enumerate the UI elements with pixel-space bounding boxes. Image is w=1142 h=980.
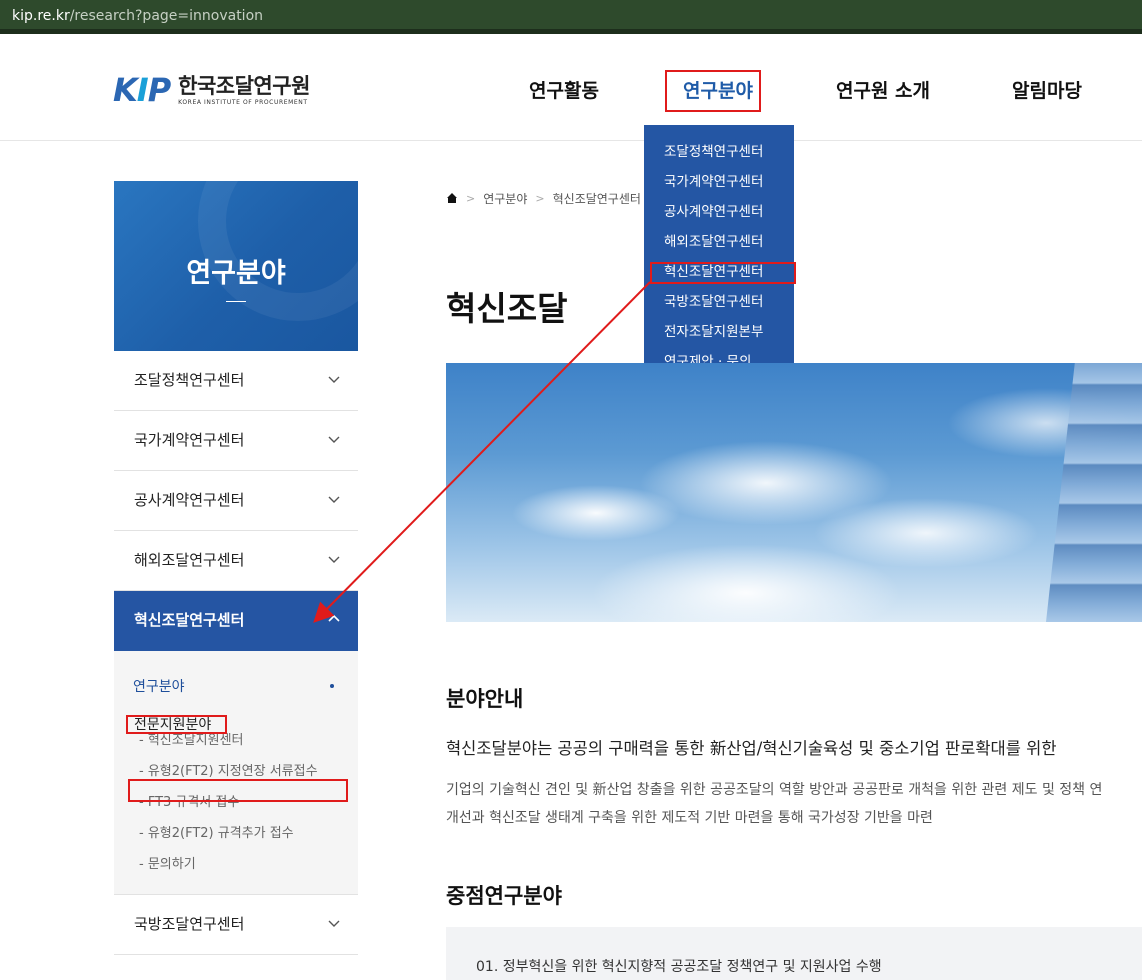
- highlight-box-ft2-link: [128, 779, 348, 802]
- chevron-down-icon: [328, 556, 340, 563]
- dropdown-item-defense[interactable]: 국방조달연구센터: [644, 289, 794, 319]
- home-icon[interactable]: [446, 192, 458, 204]
- sidebar-item-overseas[interactable]: 해외조달연구센터: [114, 531, 358, 591]
- highlight-box-gnb: [665, 70, 761, 112]
- sidebar-item-label: 혁신조달연구센터: [134, 611, 245, 629]
- browser-url-bar[interactable]: kip.re.kr/research?page=innovation: [0, 0, 1142, 34]
- dropdown-item-national-contract[interactable]: 국가계약연구센터: [644, 169, 794, 199]
- breadcrumb-separator: >: [466, 191, 476, 205]
- highlight-box-group: [126, 715, 227, 734]
- sidebar-header: 연구분야: [114, 181, 358, 351]
- sidebar-item-policy[interactable]: 조달정책연구센터: [114, 351, 358, 411]
- logo-mark: KIP: [113, 71, 171, 109]
- sidebar-item-defense[interactable]: 국방조달연구센터: [114, 895, 358, 955]
- submenu-header-label: 연구분야: [133, 679, 185, 695]
- chevron-down-icon: [328, 376, 340, 383]
- submenu-links: - 혁신조달지원센터 - 유형2(FT2) 지정연장 서류접수 - FT3 규격…: [114, 725, 358, 880]
- sidebar-menu: 조달정책연구센터 국가계약연구센터 공사계약연구센터 해외조달연구센터 혁신조달…: [114, 351, 358, 955]
- submenu-header[interactable]: 연구분야 전문지원분야: [114, 651, 358, 733]
- breadcrumb-item-innovation[interactable]: 혁신조달연구센터: [553, 190, 641, 207]
- section-title-focus: 중점연구분야: [446, 884, 562, 908]
- bullet-dot-icon: [330, 684, 334, 688]
- chevron-down-icon: [328, 496, 340, 503]
- breadcrumb: > 연구분야 > 혁신조달연구센터: [446, 188, 641, 208]
- logo-wordmark: 한국조달연구원 KOREA INSTITUTE OF PROCUREMENT: [178, 75, 310, 106]
- description-line-1: 기업의 기술혁신 견인 및 新산업 창출을 위한 공공조달의 역할 방안과 공공…: [446, 782, 1103, 798]
- dropdown-item-policy[interactable]: 조달정책연구센터: [644, 139, 794, 169]
- address-text[interactable]: kip.re.kr/research?page=innovation: [12, 8, 263, 24]
- sidebar-item-label: 공사계약연구센터: [134, 491, 245, 509]
- section-lead-text: 혁신조달분야는 공공의 구매력을 통한 新산업/혁신기술육성 및 중소기업 판로…: [446, 739, 1057, 758]
- dropdown-item-construction-contract[interactable]: 공사계약연구센터: [644, 199, 794, 229]
- sidebar-item-national-contract[interactable]: 국가계약연구센터: [114, 411, 358, 471]
- sidebar-title: 연구분야: [186, 258, 286, 289]
- description-line-2: 개선과 혁신조달 생태계 구축을 위한 제도적 기반 마련을 통해 국가성장 기…: [446, 810, 933, 826]
- site-header: KIP 한국조달연구원 KOREA INSTITUTE OF PROCUREME…: [0, 40, 1142, 141]
- hero-sky-image: [446, 363, 1142, 622]
- chevron-down-icon: [328, 436, 340, 443]
- submenu-link-inquiry[interactable]: - 문의하기: [139, 849, 358, 880]
- url-path: /research?page=innovation: [69, 8, 264, 24]
- breadcrumb-separator: >: [535, 191, 545, 205]
- breadcrumb-item-research[interactable]: 연구분야: [483, 190, 527, 207]
- logo-name-english: KOREA INSTITUTE OF PROCUREMENT: [178, 98, 308, 106]
- sidebar-item-label: 조달정책연구센터: [134, 371, 245, 389]
- section-description: 기업의 기술혁신 견인 및 新산업 창출을 위한 공공조달의 역할 방안과 공공…: [446, 776, 1102, 832]
- dropdown-item-e-procurement[interactable]: 전자조달지원본부: [644, 319, 794, 349]
- highlight-box-dropdown: [650, 262, 796, 284]
- site-logo[interactable]: KIP 한국조달연구원 KOREA INSTITUTE OF PROCUREME…: [113, 71, 310, 109]
- hero-building-graphic: [1046, 363, 1142, 622]
- sidebar-submenu: 연구분야 전문지원분야 - 혁신조달지원센터 - 유형2(FT2) 지정연장 서…: [114, 651, 358, 895]
- sidebar-title-underline: [226, 301, 246, 302]
- submenu-link-ft2-spec-add[interactable]: - 유형2(FT2) 규격추가 접수: [139, 818, 358, 849]
- dropdown-item-overseas[interactable]: 해외조달연구센터: [644, 229, 794, 259]
- sidebar-item-construction-contract[interactable]: 공사계약연구센터: [114, 471, 358, 531]
- section-title-overview: 분야안내: [446, 687, 524, 711]
- focus-item: 01. 정부혁신을 위한 혁신지향적 공공조달 정책연구 및 지원사업 수행: [476, 959, 882, 975]
- gnb-item-research-activities[interactable]: 연구활동: [529, 70, 599, 112]
- page-title: 혁신조달: [446, 289, 568, 328]
- chevron-up-icon: [328, 614, 340, 622]
- url-host: kip.re.kr: [12, 8, 70, 24]
- sidebar-item-label: 국방조달연구센터: [134, 915, 245, 933]
- logo-name-korean: 한국조달연구원: [178, 73, 310, 98]
- research-dropdown-menu: 조달정책연구센터 국가계약연구센터 공사계약연구센터 해외조달연구센터 혁신조달…: [644, 125, 794, 390]
- gnb-item-about[interactable]: 연구원 소개: [836, 70, 930, 112]
- focus-research-box: 01. 정부혁신을 위한 혁신지향적 공공조달 정책연구 및 지원사업 수행: [446, 927, 1142, 980]
- gnb-item-notice[interactable]: 알림마당: [1012, 70, 1082, 112]
- sidebar-item-label: 해외조달연구센터: [134, 551, 245, 569]
- sidebar-item-label: 국가계약연구센터: [134, 431, 245, 449]
- sidebar-item-innovation[interactable]: 혁신조달연구센터: [114, 591, 358, 651]
- chevron-down-icon: [328, 920, 340, 927]
